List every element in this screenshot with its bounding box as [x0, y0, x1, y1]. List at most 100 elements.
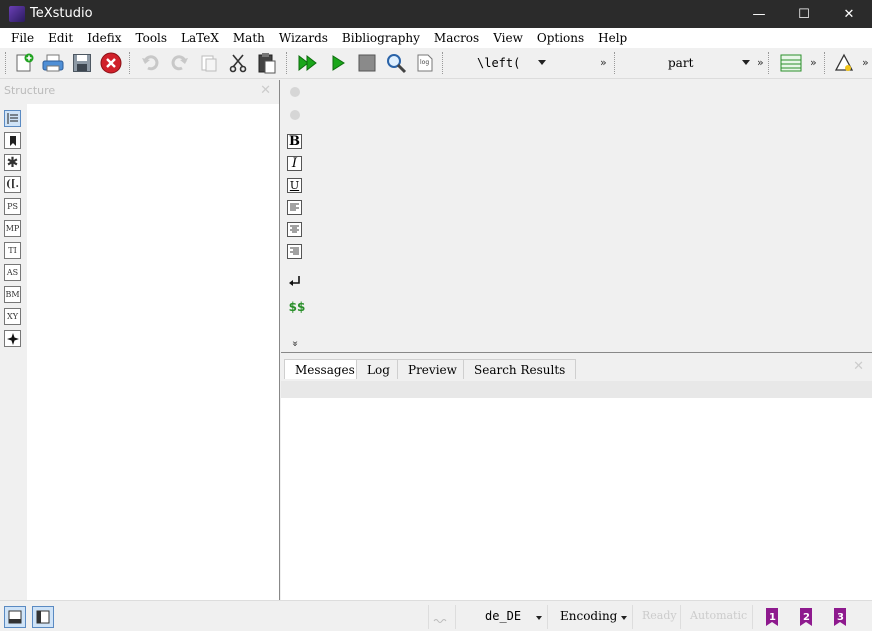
stop-compile-icon[interactable]	[355, 51, 379, 75]
bookmark-2-icon[interactable]: 2	[797, 607, 815, 627]
menu-options[interactable]: Options	[530, 31, 591, 45]
pstricks-tab-icon[interactable]: PS	[4, 198, 21, 215]
close-file-icon[interactable]	[99, 51, 123, 75]
toolbar-separator	[129, 52, 130, 74]
language-selector[interactable]: de_DE	[485, 609, 521, 623]
left-delimiter-combo[interactable]: \left(	[452, 53, 550, 73]
disabled-tool-icon	[287, 84, 302, 99]
status-separator	[455, 605, 456, 629]
encoding-selector[interactable]: Encoding	[560, 609, 617, 623]
status-separator	[428, 605, 429, 629]
structure-tree[interactable]	[27, 104, 279, 600]
menu-tools[interactable]: Tools	[129, 31, 175, 45]
copy-icon[interactable]	[197, 51, 221, 75]
menu-bibliography[interactable]: Bibliography	[335, 31, 427, 45]
menu-file[interactable]: File	[4, 31, 41, 45]
window-title: TeXstudio	[30, 6, 93, 21]
messages-tabbar: Messages Log Preview Search Results	[281, 353, 872, 381]
warning-triangle-icon[interactable]	[832, 51, 856, 75]
disabled-tool-icon	[287, 107, 302, 122]
cut-icon[interactable]	[226, 51, 250, 75]
status-bar: de_DE Encoding Ready Automatic 1 2 3	[0, 600, 872, 631]
special-symbols-tab-icon[interactable]	[4, 330, 21, 347]
toolbar-separator	[286, 52, 287, 74]
toolbar-overflow-icon[interactable]: »	[862, 56, 869, 69]
structure-tab-icon[interactable]	[4, 110, 21, 127]
toolbar-overflow-icon[interactable]: »	[757, 56, 764, 69]
status-separator	[547, 605, 548, 629]
align-right-icon[interactable]	[287, 244, 302, 259]
bookmark-2-label: 2	[803, 612, 810, 623]
asymptote-tab-icon[interactable]: AS	[4, 264, 21, 281]
view-pdf-icon[interactable]	[384, 51, 408, 75]
undo-icon[interactable]	[138, 51, 162, 75]
new-file-icon[interactable]	[12, 51, 36, 75]
section-combo[interactable]: part	[620, 53, 754, 73]
tab-preview[interactable]: Preview	[397, 359, 468, 379]
redo-icon[interactable]	[168, 51, 192, 75]
toolbar-separator	[442, 52, 443, 74]
structure-panel: Structure ✕ ✱ ([. PS MP TI AS BM XY	[0, 80, 280, 600]
toggle-messages-icon[interactable]	[32, 606, 54, 628]
new-line-icon[interactable]	[287, 273, 302, 288]
paste-icon[interactable]	[255, 51, 279, 75]
menu-latex[interactable]: LaTeX	[174, 31, 226, 45]
title-bar: TeXstudio — ☐ ✕	[0, 0, 872, 28]
toolbar-overflow-icon[interactable]: »	[810, 56, 817, 69]
bookmark-1-icon[interactable]: 1	[763, 607, 781, 627]
maximize-button[interactable]: ☐	[781, 0, 827, 28]
menu-math[interactable]: Math	[226, 31, 272, 45]
texstudio-logo-icon	[9, 6, 25, 22]
underline-button[interactable]: U	[287, 178, 302, 193]
save-icon[interactable]	[70, 51, 94, 75]
toolbar-separator	[768, 52, 769, 74]
symbols-tab-icon[interactable]: ✱	[4, 154, 21, 171]
format-toolbar-overflow-icon[interactable]: »	[287, 336, 302, 351]
status-ready: Ready	[642, 609, 677, 622]
menu-edit[interactable]: Edit	[41, 31, 80, 45]
tikz-tab-icon[interactable]: TI	[4, 242, 21, 259]
close-icon[interactable]: ✕	[260, 83, 271, 98]
tabular-icon[interactable]	[779, 51, 803, 75]
toggle-structure-icon[interactable]	[4, 606, 26, 628]
menu-wizards[interactable]: Wizards	[272, 31, 335, 45]
bookmark-3-icon[interactable]: 3	[831, 607, 849, 627]
view-log-icon[interactable]: log	[413, 51, 437, 75]
menu-bar: File Edit Idefix Tools LaTeX Math Wizard…	[0, 28, 872, 48]
tab-log[interactable]: Log	[356, 359, 401, 379]
minimize-button[interactable]: —	[736, 0, 782, 28]
left-delimiter-value: \left(	[477, 56, 521, 70]
compile-icon[interactable]	[326, 51, 350, 75]
spellcheck-icon[interactable]	[432, 609, 450, 625]
main-toolbar: log \left( » part » » »	[0, 48, 872, 79]
bold-button[interactable]: B	[287, 134, 302, 149]
menu-idefix[interactable]: Idefix	[80, 31, 128, 45]
menu-macros[interactable]: Macros	[427, 31, 486, 45]
italic-button[interactable]: I	[287, 156, 302, 171]
print-icon[interactable]	[41, 51, 65, 75]
build-and-view-icon[interactable]	[296, 51, 320, 75]
menu-view[interactable]: View	[486, 31, 530, 45]
metapost-tab-icon[interactable]: MP	[4, 220, 21, 237]
chevron-down-icon	[538, 60, 546, 65]
menu-help[interactable]: Help	[591, 31, 634, 45]
structure-header: Structure	[4, 84, 56, 97]
status-separator	[680, 605, 681, 629]
bookmark-1-label: 1	[769, 612, 776, 623]
toolbar-separator	[614, 52, 615, 74]
inline-math-button[interactable]: $$	[287, 299, 307, 314]
align-center-icon[interactable]	[287, 222, 302, 237]
editor-area[interactable]: B I U $$ »	[281, 80, 872, 352]
toolbar-separator	[5, 52, 6, 74]
bookmarks-tab-icon[interactable]	[4, 132, 21, 149]
close-icon[interactable]: ✕	[853, 359, 864, 374]
beamer-tab-icon[interactable]: BM	[4, 286, 21, 303]
brackets-tab-icon[interactable]: ([.	[4, 176, 21, 193]
tab-search-results[interactable]: Search Results	[463, 359, 577, 379]
toolbar-overflow-icon[interactable]: »	[600, 56, 607, 69]
close-window-button[interactable]: ✕	[826, 0, 872, 28]
align-left-icon[interactable]	[287, 200, 302, 215]
xymatrix-tab-icon[interactable]: XY	[4, 308, 21, 325]
svg-text:log: log	[420, 59, 429, 66]
tab-messages[interactable]: Messages	[284, 359, 366, 379]
